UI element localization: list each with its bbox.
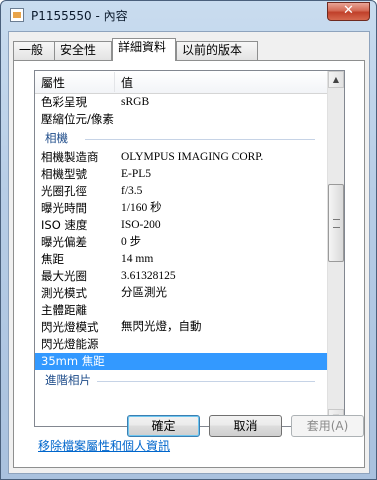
property-value: 無閃光燈，自動 [121,321,202,333]
list-item[interactable]: 色彩呈現 sRGB [35,94,327,111]
window-title: P1155550 - 內容 [31,9,128,23]
column-divider[interactable] [114,72,115,92]
group-divider [85,139,315,140]
list-item[interactable]: 相機型號 E-PL5 [35,166,327,183]
property-name: 色彩呈現 [41,95,87,109]
property-name: 焦距 [41,252,64,266]
property-name: 35mm 焦距 [41,354,105,368]
column-header-property[interactable]: 屬性 [41,74,65,91]
tab-previous-versions[interactable]: 以前的版本 [176,41,258,60]
cancel-button[interactable]: 取消 [209,415,282,437]
grip-icon [333,219,340,228]
group-label: 進階相片 [45,373,91,387]
list-item[interactable]: 曝光時間 1/160 秒 [35,200,327,217]
property-value: 3.61328125 [121,270,176,282]
property-name: 最大光圈 [41,269,87,283]
property-name: 相機型號 [41,167,87,181]
property-name: 測光模式 [41,286,87,300]
property-value: 14 mm [121,253,154,265]
list-item[interactable]: ISO 速度 ISO-200 [35,217,327,234]
property-name: 相機製造商 [41,150,99,164]
group-divider [97,381,315,382]
details-panel: 屬性 值 色彩呈現 sRGB 壓縮位元/像素 相機 相機製造商 OLYMPUS … [13,60,365,468]
property-value: 分區測光 [121,287,167,299]
property-value: 0 步 [121,236,142,248]
list-item[interactable]: 曝光偏差 0 步 [35,234,327,251]
property-value: f/3.5 [121,185,143,197]
column-header-value[interactable]: 值 [121,74,133,91]
title-bar[interactable]: P1155550 - 內容 ✕ [1,1,376,29]
list-item[interactable]: 相機製造商 OLYMPUS IMAGING CORP. [35,149,327,166]
image-file-icon [10,8,24,22]
property-name: ISO 速度 [41,218,88,232]
group-header-camera: 相機 [35,130,327,147]
list-item[interactable]: 閃光燈模式 無閃光燈，自動 [35,319,327,336]
property-value: E-PL5 [121,168,152,180]
list-item[interactable]: 最大光圈 3.61328125 [35,268,327,285]
remove-properties-link[interactable]: 移除檔案屬性和個人資訊 [38,437,170,454]
scroll-thumb[interactable] [328,184,344,262]
property-name: 壓縮位元/像素 [41,112,114,126]
property-value: OLYMPUS IMAGING CORP. [121,151,264,163]
group-label: 相機 [45,131,68,145]
list-item[interactable]: 主體距離 [35,302,327,319]
property-value: sRGB [121,96,150,108]
property-name: 光圈孔徑 [41,184,87,198]
property-name: 曝光時間 [41,201,87,215]
list-item[interactable]: 光圈孔徑 f/3.5 [35,183,327,200]
close-button[interactable]: ✕ [327,2,370,21]
scroll-up-button[interactable]: ▲ [328,71,344,88]
list-item[interactable]: 壓縮位元/像素 [35,111,327,128]
property-name: 閃光燈能源 [41,337,99,351]
property-name: 曝光偏差 [41,235,87,249]
vertical-scrollbar[interactable]: ▲ ▼ [327,71,344,426]
property-name: 主體距離 [41,303,87,317]
property-value: 1/160 秒 [121,202,162,214]
list-item[interactable]: 閃光燈能源 [35,336,327,353]
apply-button[interactable]: 套用(A) [291,415,364,437]
list-item[interactable]: 測光模式 分區測光 [35,285,327,302]
property-name: 閃光燈模式 [41,320,99,334]
properties-window: P1155550 - 內容 ✕ 一般 安全性 詳細資料 以前的版本 屬性 值 色… [0,0,377,480]
list-item-selected[interactable]: 35mm 焦距 [35,353,327,370]
tab-security[interactable]: 安全性 [54,41,112,60]
group-header-advanced-photo: 進階相片 [35,372,327,389]
list-header: 屬性 值 [35,71,327,94]
tab-details[interactable]: 詳細資料 [112,38,176,61]
ok-button[interactable]: 確定 [127,415,200,437]
dialog-client: 一般 安全性 詳細資料 以前的版本 屬性 值 色彩呈現 sRGB 壓縮位元/像素… [8,31,370,474]
list-item[interactable]: 焦距 14 mm [35,251,327,268]
property-value: ISO-200 [121,219,161,231]
tab-general[interactable]: 一般 [13,41,55,60]
property-list[interactable]: 屬性 值 色彩呈現 sRGB 壓縮位元/像素 相機 相機製造商 OLYMPUS … [34,70,345,427]
